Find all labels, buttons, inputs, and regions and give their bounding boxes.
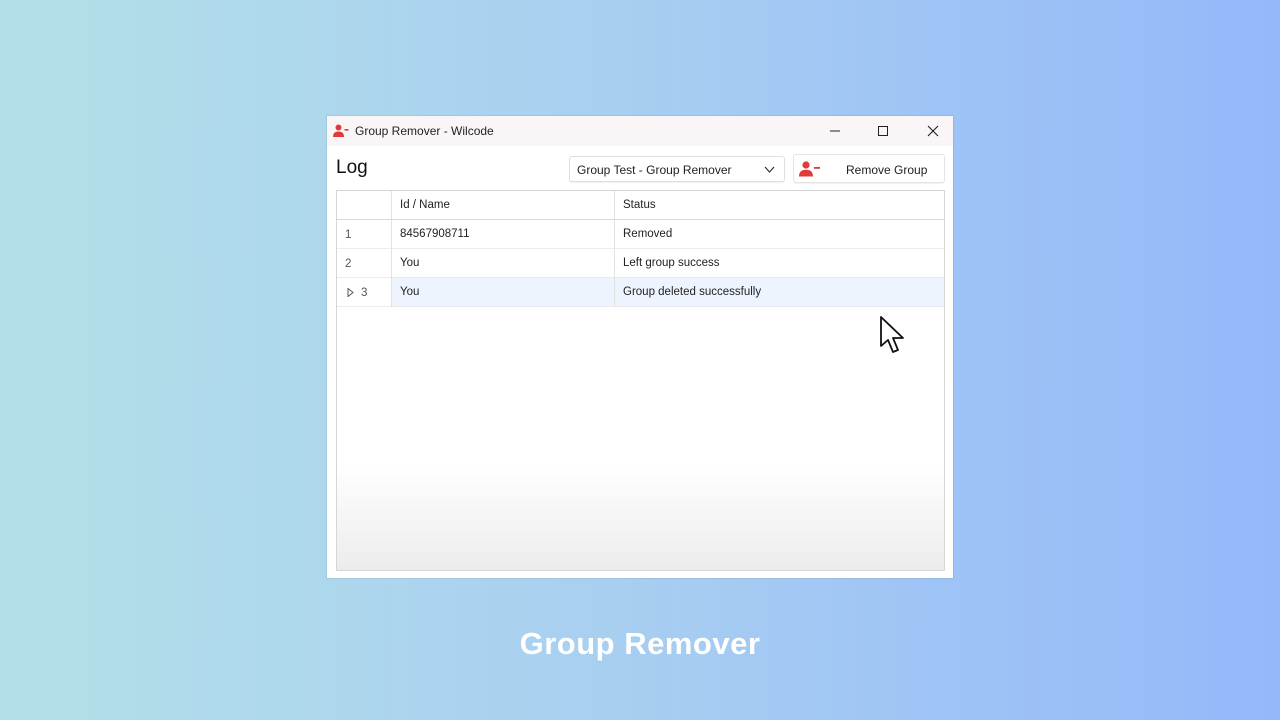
table-row-selected[interactable]: 3 You Group deleted successfully	[337, 278, 944, 307]
remove-group-label: Remove Group	[846, 163, 928, 177]
remove-group-button[interactable]: Remove Group	[793, 154, 945, 183]
minimize-icon	[830, 130, 840, 132]
title-bar[interactable]: Group Remover - Wilcode	[327, 116, 953, 146]
cell-status[interactable]: Left group success	[623, 257, 720, 269]
cell-id-name[interactable]: 84567908711	[400, 228, 470, 240]
row-number: 2	[345, 258, 352, 270]
cell-status[interactable]: Group deleted successfully	[623, 286, 761, 298]
cell-status[interactable]: Removed	[623, 228, 672, 240]
row-number: 3	[361, 287, 368, 299]
maximize-icon	[878, 126, 888, 136]
group-select-value: Group Test - Group Remover	[577, 163, 732, 177]
app-window: Group Remover - Wilcode Log Group Test -…	[327, 116, 953, 578]
row-indicator-arrow-icon	[347, 288, 354, 297]
table-row[interactable]: 1 84567908711 Removed	[337, 220, 944, 249]
user-minus-icon	[799, 161, 820, 177]
cell-id-name[interactable]: You	[400, 286, 419, 298]
mouse-pointer-icon	[880, 316, 904, 353]
close-icon	[927, 125, 939, 137]
table-header: Id / Name Status	[337, 191, 944, 220]
row-number: 1	[345, 229, 352, 241]
minimize-button[interactable]	[811, 116, 859, 146]
log-heading: Log	[336, 157, 368, 178]
maximize-button[interactable]	[859, 116, 907, 146]
user-minus-icon	[333, 124, 349, 137]
column-divider	[614, 191, 615, 307]
window-title: Group Remover - Wilcode	[355, 124, 494, 138]
column-divider	[391, 191, 392, 307]
column-header-status[interactable]: Status	[623, 199, 656, 211]
caption-title: Group Remover	[519, 626, 761, 661]
group-select[interactable]: Group Test - Group Remover	[569, 156, 785, 182]
cell-id-name[interactable]: You	[400, 257, 419, 269]
table-row[interactable]: 2 You Left group success	[337, 249, 944, 278]
log-table[interactable]: Id / Name Status 1 84567908711 Removed 2…	[336, 190, 945, 571]
chevron-down-icon	[764, 166, 775, 173]
column-header-id-name[interactable]: Id / Name	[400, 199, 450, 211]
close-button[interactable]	[909, 116, 957, 146]
